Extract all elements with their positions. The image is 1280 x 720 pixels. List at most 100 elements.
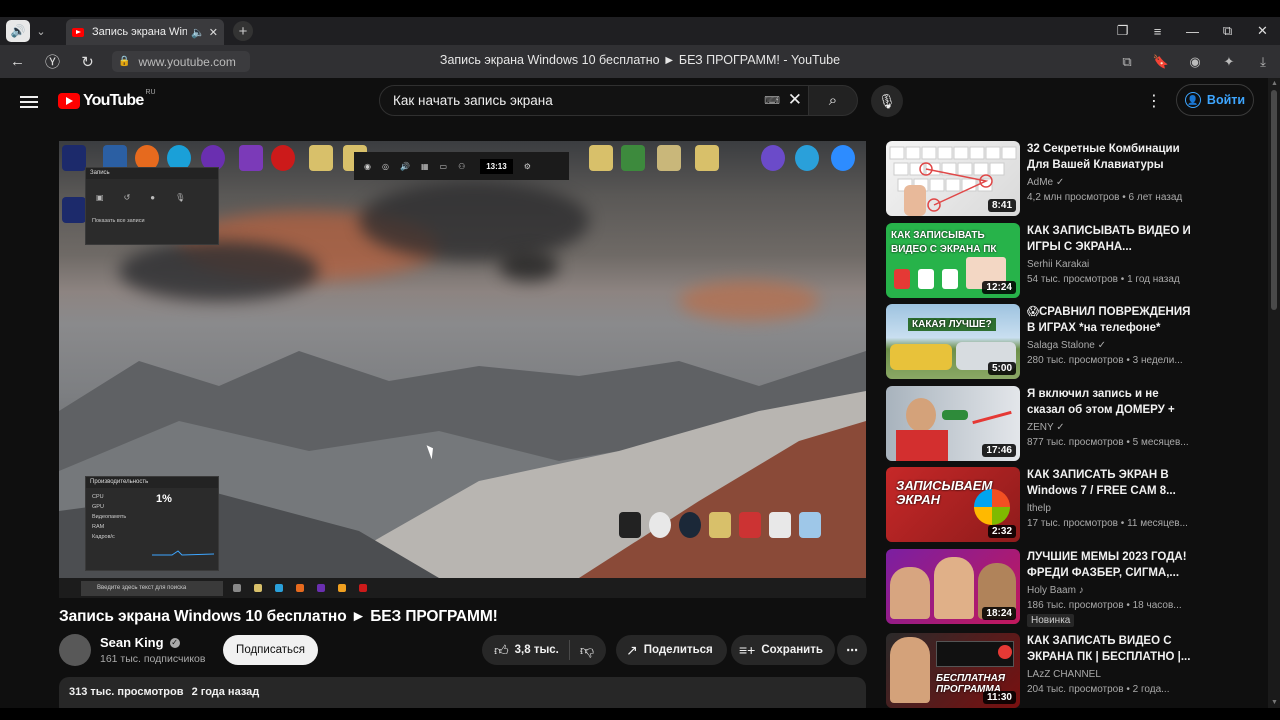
video-thumbnail[interactable]: КАКАЯ ЛУЧШЕ? 5:00 [886,304,1020,379]
restore-icon[interactable]: ⧉ [1210,23,1245,39]
video-thumbnail[interactable]: 18:24 [886,549,1020,624]
channel-name-row[interactable]: Sean King ✓ [100,635,180,650]
video-thumbnail[interactable]: ЗАПИСЫВАЕМ ЭКРАН 2:32 [886,467,1020,542]
settings-kebab-icon[interactable]: ⋮ [1146,91,1162,111]
recommendation-meta: 877 тыс. просмотров • 5 месяцев... [1027,437,1189,448]
address-bar: ← Ⓨ ↻ 🔒 www.youtube.com Запись экрана Wi… [0,45,1280,78]
recording-panel: Запись ▣ ↺ ● 🎙 Показать все записи [85,167,219,245]
extensions-icon[interactable]: ✦ [1212,54,1246,70]
xbox-icon[interactable]: ◉ [364,162,371,171]
recommendation-title[interactable]: КАК ЗАПИСЫВАТЬ ВИДЕО И ИГРЫ С ЭКРАНА... [1027,223,1197,255]
bookmark-icon[interactable]: 🔖 [1144,54,1178,70]
recommendation-title[interactable]: 😱СРАВНИЛ ПОВРЕЖДЕНИЯ В ИГРАХ *на телефон… [1027,304,1197,336]
logo-text: YouTube [83,92,144,109]
recommendation-channel: AdMe ✓ [1027,177,1065,188]
obs-icon [649,512,671,538]
channel-avatar[interactable] [59,634,91,666]
thumbs-up-icon[interactable]: 👍︎ [494,642,509,659]
browser-tab[interactable]: Запись экрана Windows 10 бесплатно 🔈 ✕ [66,19,224,45]
scroll-up-icon[interactable]: ▲ [1271,80,1278,87]
tab-close-icon[interactable]: ✕ [209,26,218,39]
url-field[interactable]: 🔒 www.youtube.com [112,51,250,72]
premiere-icon [62,145,86,171]
subscribe-button[interactable]: Подписаться [223,635,318,665]
search-button[interactable]: ⌕ [808,85,858,116]
record-icon[interactable]: ● [150,193,155,202]
tab-audio-icon[interactable]: 🔈 [191,26,205,39]
translate-icon[interactable]: ⧉ [1110,54,1144,70]
settings-icon[interactable]: ⚙ [524,162,531,171]
reload-icon[interactable]: ↻ [70,53,105,71]
download-icon[interactable]: ⤓ [1246,54,1280,70]
scroll-down-icon[interactable]: ▼ [1271,699,1278,706]
mic-toggle-icon[interactable]: 🎙 [175,193,185,202]
thumbs-down-icon[interactable]: 👎︎ [580,642,594,659]
record-last-icon[interactable]: ↺ [124,193,131,202]
menu-icon[interactable]: ≡ [1140,24,1175,39]
thumb-shape [918,269,934,289]
signin-button[interactable]: 👤 Войти [1176,84,1254,116]
recommendation-item[interactable]: КАК ЗАПИСЫВАТЬ ВИДЕО С ЭКРАНА ПК 12:24 К… [886,223,1196,299]
show-all-captures-link[interactable]: Показать все записи [86,216,218,226]
page-scrollbar[interactable]: ▲ ▼ [1268,78,1280,708]
minimize-icon[interactable]: — [1175,24,1210,39]
video-thumbnail[interactable]: БЕСПЛАТНАЯ ПРОГРАММА 11:30 [886,633,1020,708]
user-icon: 👤 [1184,92,1201,108]
recommendation-item[interactable]: КАКАЯ ЛУЧШЕ? 5:00 😱СРАВНИЛ ПОВРЕЖДЕНИЯ В… [886,304,1196,380]
cpu-value: 1% [156,493,172,505]
thumb-shape [894,269,910,289]
more-actions-button[interactable]: ⋯ [837,635,867,665]
media-icon[interactable]: ◉ [1178,54,1212,70]
opera-icon [271,145,295,171]
recommendation-item[interactable]: БЕСПЛАТНАЯ ПРОГРАММА 11:30 КАК ЗАПИСАТЬ … [886,633,1196,708]
video-player[interactable]: ◉ ◎ 🔊 ▦ ▭ ⚇ 13:13 ⚙ Запись ▣ ↺ ● 🎙 Показ… [59,141,866,598]
performance-icon[interactable]: ▦ [421,162,429,171]
keyboard-icon[interactable]: ⌨ [764,94,780,107]
recommendation-item[interactable]: 8:41 32 Секретные Комбинации Для Вашей К… [886,141,1196,217]
bookmarks-icon[interactable]: ❐ [1105,23,1140,39]
recommendation-item[interactable]: 18:24 ЛУЧШИЕ МЕМЫ 2023 ГОДА! ФРЕДИ ФАЗБЕ… [886,549,1197,627]
back-icon[interactable]: ← [0,53,35,70]
video-thumbnail[interactable]: 8:41 [886,141,1020,216]
voice-search-button[interactable]: 🎙 [871,85,903,117]
like-count[interactable]: 3,8 тыс. [515,644,559,656]
recommendation-title[interactable]: ЛУЧШИЕ МЕМЫ 2023 ГОДА! ФРЕДИ ФАЗБЕР, СИГ… [1027,549,1197,581]
recommendation-item[interactable]: ЗАПИСЫВАЕМ ЭКРАН 2:32 КАК ЗАПИСАТЬ ЭКРАН… [886,467,1196,543]
recommendation-title[interactable]: 32 Секретные Комбинации Для Вашей Клавиа… [1027,141,1197,173]
party-icon[interactable]: ⚇ [458,162,465,171]
screenshot-icon[interactable]: ▣ [96,193,104,202]
recommendation-title[interactable]: КАК ЗАПИСАТЬ ВИДЕО С ЭКРАНА ПК | БЕСПЛАТ… [1027,633,1197,665]
file-icon [769,512,791,538]
recommendation-title[interactable]: КАК ЗАПИСАТЬ ЭКРАН В Windows 7 / FREE CA… [1027,467,1197,499]
yandex-icon[interactable]: Ⓨ [35,51,70,72]
search-input[interactable]: Как начать запись экрана ⌨ ✕ [379,85,809,116]
menu-burger-icon[interactable] [20,93,38,111]
share-button[interactable]: ↗ Поделиться [616,635,727,665]
performance-labels: CPU GPU Видеопамять RAM Кадров/с [92,492,126,542]
app-icon [239,145,263,171]
gpu-label: GPU [92,504,104,510]
video-duration: 8:41 [987,199,1016,212]
media-encoder-icon [62,197,86,223]
chevron-down-icon[interactable]: ⌄ [32,20,50,42]
ram-label: RAM [92,524,105,530]
channel-name: Sean King [100,635,164,650]
recommendation-channel: ZENY ✓ [1027,422,1065,433]
recommendation-title[interactable]: Я включил запись и не сказал об этом ДОМ… [1027,386,1197,418]
video-thumbnail[interactable]: КАК ЗАПИСЫВАТЬ ВИДЕО С ЭКРАНА ПК 12:24 [886,223,1020,298]
chat-icon[interactable]: ▭ [440,162,448,171]
capture-icon[interactable]: ◎ [382,162,389,171]
new-tab-button[interactable]: + [233,21,253,41]
description-box[interactable]: 313 тыс. просмотров 2 года назад [59,677,866,708]
clear-search-icon[interactable]: ✕ [788,90,802,110]
scrollbar-thumb[interactable] [1271,90,1277,310]
save-button[interactable]: ≡+ Сохранить [731,635,835,665]
video-duration: 17:46 [982,444,1016,457]
recommendation-item[interactable]: 17:46 Я включил запись и не сказал об эт… [886,386,1196,462]
audio-icon[interactable]: 🔊 [400,162,410,171]
sound-icon[interactable]: 🔊 [6,20,30,42]
close-window-icon[interactable]: ✕ [1245,23,1280,39]
folder-icon [589,145,613,171]
video-thumbnail[interactable]: 17:46 [886,386,1020,461]
youtube-logo[interactable]: YouTube RU [58,89,156,110]
